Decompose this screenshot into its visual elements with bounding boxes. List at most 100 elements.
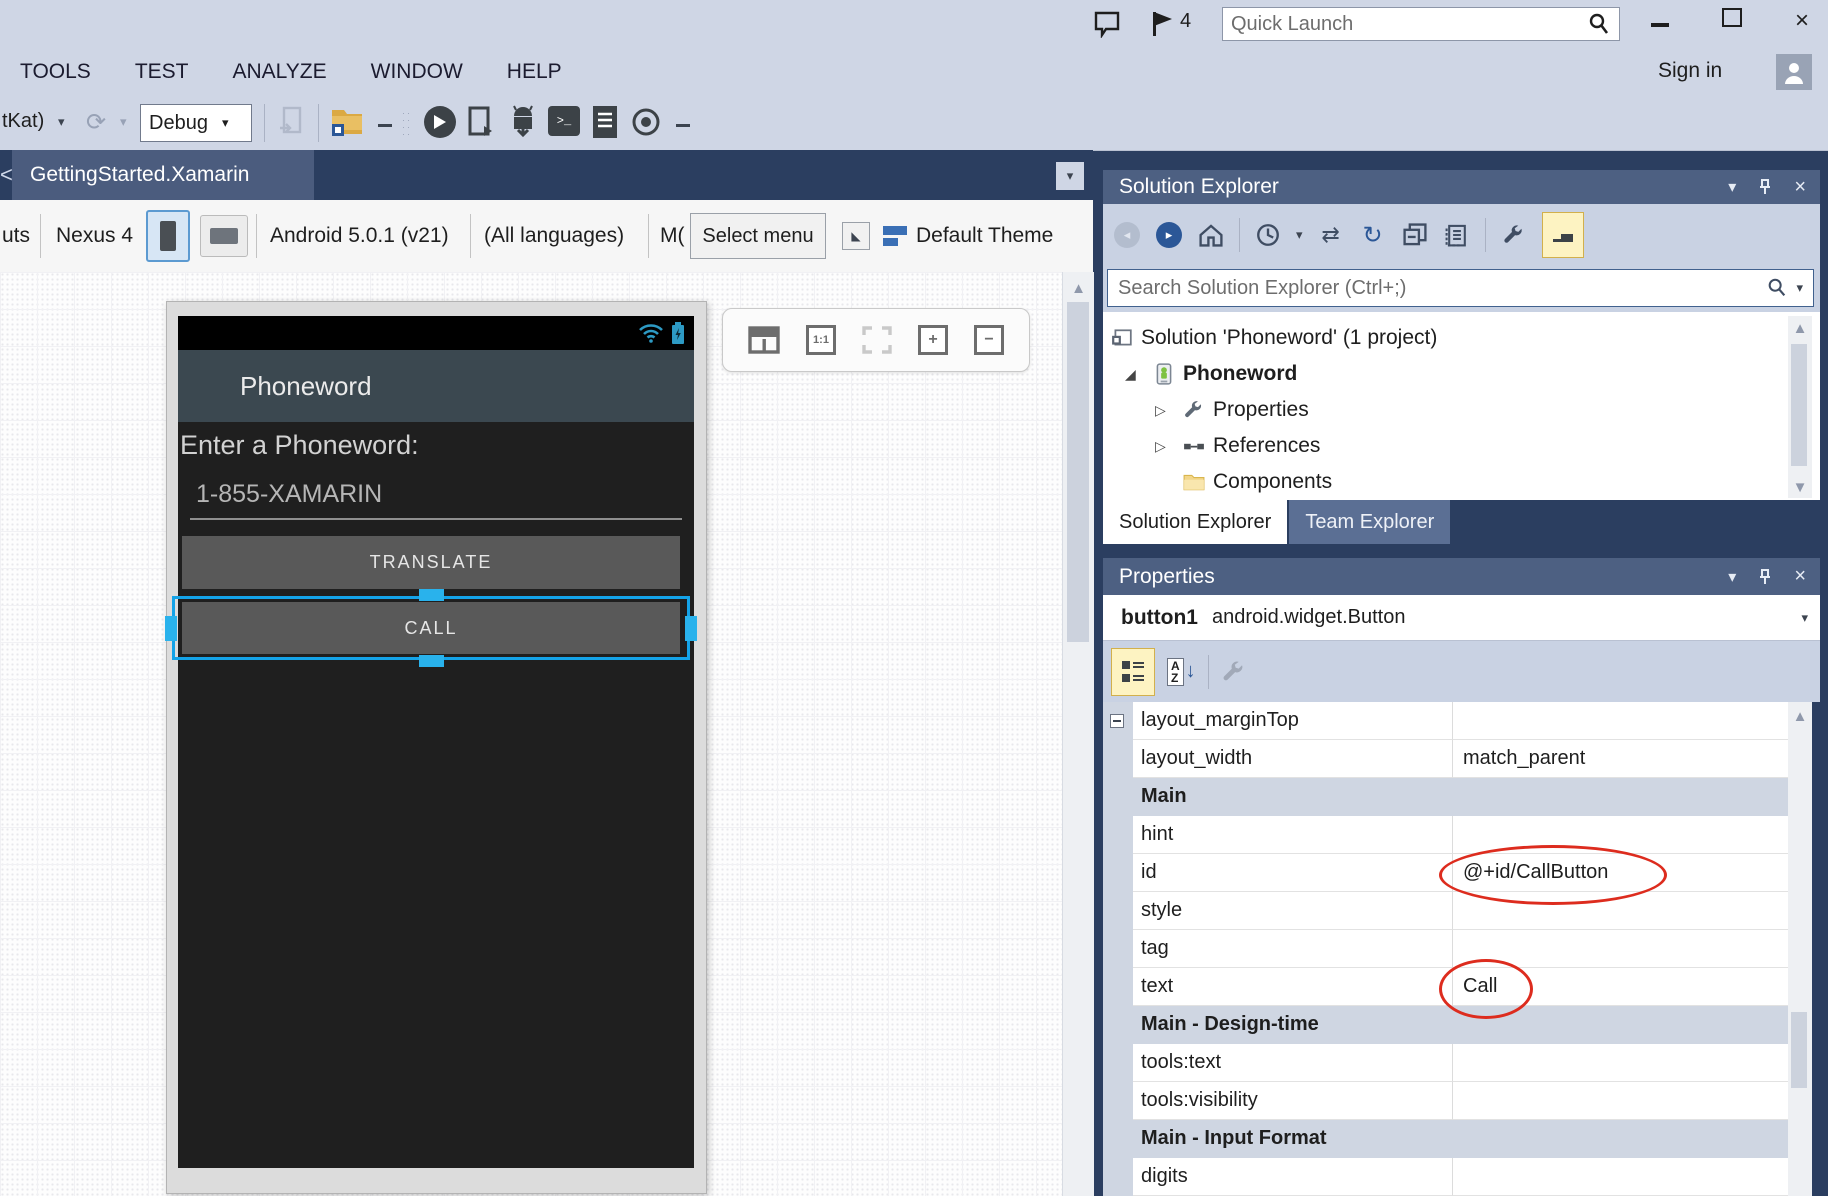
scrollbar-thumb[interactable]: [1791, 1012, 1807, 1088]
chevron-down-icon[interactable]: ▾: [1296, 227, 1303, 243]
select-menu-button[interactable]: Select menu: [690, 200, 826, 272]
sync-active-document-icon[interactable]: ⇄: [1317, 221, 1345, 249]
category-main[interactable]: Main: [1103, 778, 1812, 816]
property-layout-margintop[interactable]: layout_marginTop: [1103, 702, 1812, 740]
refresh-dropdown-icon[interactable]: ▾: [120, 114, 127, 130]
tab-list-dropdown[interactable]: ▾: [1056, 162, 1084, 190]
preview-selected-items-toggle[interactable]: [1542, 212, 1584, 258]
chevron-down-icon[interactable]: ▾: [1728, 567, 1736, 587]
refresh-icon[interactable]: ↻: [1359, 221, 1387, 249]
solution-explorer-header[interactable]: Solution Explorer ▾ ×: [1103, 170, 1820, 204]
home-icon[interactable]: [1197, 221, 1225, 249]
designer-vertical-scrollbar[interactable]: ▲: [1062, 272, 1094, 1196]
scroll-up-icon[interactable]: ▲: [1063, 280, 1094, 297]
expander-icon[interactable]: ◢: [1125, 366, 1153, 383]
property-text[interactable]: textCall: [1103, 968, 1812, 1006]
run-icon[interactable]: [424, 106, 456, 138]
property-tools-text[interactable]: tools:text: [1103, 1044, 1812, 1082]
zoom-out-icon[interactable]: −: [974, 325, 1004, 355]
property-value[interactable]: [1452, 816, 1812, 854]
tree-scrollbar[interactable]: ▲ ▼: [1788, 316, 1812, 498]
portrait-button[interactable]: [146, 200, 190, 272]
solution-search-input[interactable]: Search Solution Explorer (Ctrl+;) ▾: [1107, 269, 1814, 307]
property-value[interactable]: @+id/CallButton: [1452, 854, 1812, 892]
property-value[interactable]: [1452, 702, 1812, 740]
toolbar-overflow-handle[interactable]: [676, 124, 690, 127]
menu-analyze[interactable]: ANALYZE: [232, 60, 326, 84]
menu-help[interactable]: HELP: [507, 60, 562, 84]
properties-wrench-icon[interactable]: [1500, 221, 1528, 249]
tab-team-explorer[interactable]: Team Explorer: [1289, 500, 1450, 544]
property-value[interactable]: [1452, 930, 1812, 968]
configuration-dropdown-icon[interactable]: ▾: [58, 114, 65, 130]
prompt-textview[interactable]: Enter a Phoneword:: [180, 430, 419, 461]
categorized-view-button[interactable]: [1111, 648, 1155, 696]
call-button[interactable]: CALL: [182, 602, 680, 654]
phoneword-edittext[interactable]: 1-855-XAMARIN: [196, 480, 382, 509]
scroll-tabs-left-icon[interactable]: <: [0, 162, 13, 188]
menu-window[interactable]: WINDOW: [371, 60, 463, 84]
property-value[interactable]: [1452, 1044, 1812, 1082]
add-item-folder-icon[interactable]: [330, 106, 366, 138]
collapse-all-icon[interactable]: [1401, 221, 1429, 249]
property-style[interactable]: style: [1103, 892, 1812, 930]
quick-launch-input[interactable]: Quick Launch: [1222, 7, 1620, 41]
actual-size-icon[interactable]: 1:1: [806, 325, 836, 355]
chevron-down-icon[interactable]: ▾: [1796, 280, 1803, 296]
collapse-icon[interactable]: [1110, 714, 1124, 728]
pending-changes-icon[interactable]: [1254, 221, 1282, 249]
zoom-in-icon[interactable]: +: [918, 325, 948, 355]
configuration-label-clipped[interactable]: tKat): [2, 110, 44, 133]
property-id[interactable]: id@+id/CallButton: [1103, 854, 1812, 892]
menu-test[interactable]: TEST: [135, 60, 189, 84]
property-value[interactable]: [1452, 1158, 1812, 1196]
close-icon[interactable]: ×: [1794, 565, 1806, 588]
menu-dropdown-button[interactable]: ◣: [842, 200, 870, 272]
expander-icon[interactable]: ▷: [1155, 438, 1183, 455]
sign-in-link[interactable]: Sign in: [1658, 59, 1722, 83]
notifications-flag-icon[interactable]: [1150, 10, 1176, 38]
scrollbar-thumb[interactable]: [1791, 344, 1807, 466]
sort-alphabetical-button[interactable]: AZ ↓: [1167, 658, 1196, 686]
forward-icon[interactable]: ▸: [1155, 221, 1183, 249]
scroll-up-icon[interactable]: ▲: [1788, 320, 1812, 337]
property-value[interactable]: [1452, 1082, 1812, 1120]
expander-icon[interactable]: ▷: [1155, 402, 1183, 419]
back-icon[interactable]: ◂: [1113, 221, 1141, 249]
attach-device-icon[interactable]: [276, 106, 306, 138]
translate-button[interactable]: TRANSLATE: [182, 536, 680, 589]
close-button[interactable]: ×: [1782, 8, 1822, 36]
property-value[interactable]: match_parent: [1452, 740, 1812, 778]
tree-item-references[interactable]: ▷References: [1103, 428, 1820, 464]
property-digits[interactable]: digits: [1103, 1158, 1812, 1196]
category-main-input-format[interactable]: Main - Input Format: [1103, 1120, 1812, 1158]
refresh-icon[interactable]: ⟳: [86, 108, 106, 137]
layout-toggle-icon[interactable]: [748, 326, 780, 354]
property-pages-wrench-icon[interactable]: [1221, 659, 1247, 685]
scroll-up-icon[interactable]: ▲: [1788, 708, 1812, 725]
resize-handle-bottom[interactable]: [419, 655, 444, 667]
property-hint[interactable]: hint: [1103, 816, 1812, 854]
category-main-design-time[interactable]: Main - Design-time: [1103, 1006, 1812, 1044]
toolbar-overflow-handle[interactable]: [378, 124, 392, 127]
tree-item-properties[interactable]: ▷Properties: [1103, 392, 1820, 428]
tree-item-phoneword[interactable]: ◢Phoneword: [1103, 356, 1820, 392]
alternative-layouts-clipped[interactable]: uts: [2, 200, 30, 272]
maximize-button[interactable]: [1712, 8, 1752, 36]
android-version-selector[interactable]: Android 5.0.1 (v21): [270, 200, 449, 272]
resize-handle-left[interactable]: [165, 616, 177, 641]
resize-handle-top[interactable]: [419, 589, 444, 601]
target-icon[interactable]: [630, 106, 662, 138]
tree-item-solution-phoneword-1-project[interactable]: Solution 'Phoneword' (1 project): [1103, 320, 1820, 356]
avatar-icon[interactable]: [1776, 54, 1812, 90]
tab-solution-explorer[interactable]: Solution Explorer: [1103, 500, 1287, 544]
property-value[interactable]: [1452, 892, 1812, 930]
language-selector[interactable]: (All languages): [484, 200, 624, 272]
properties-header[interactable]: Properties ▾ ×: [1103, 558, 1820, 595]
resize-handle-right[interactable]: [685, 616, 697, 641]
feedback-icon[interactable]: [1092, 10, 1122, 38]
device-log-icon[interactable]: [590, 104, 620, 140]
preview-code-icon[interactable]: [1443, 221, 1471, 249]
toolbar-grip[interactable]: ········: [402, 110, 412, 138]
device-selector[interactable]: Nexus 4: [56, 200, 133, 272]
